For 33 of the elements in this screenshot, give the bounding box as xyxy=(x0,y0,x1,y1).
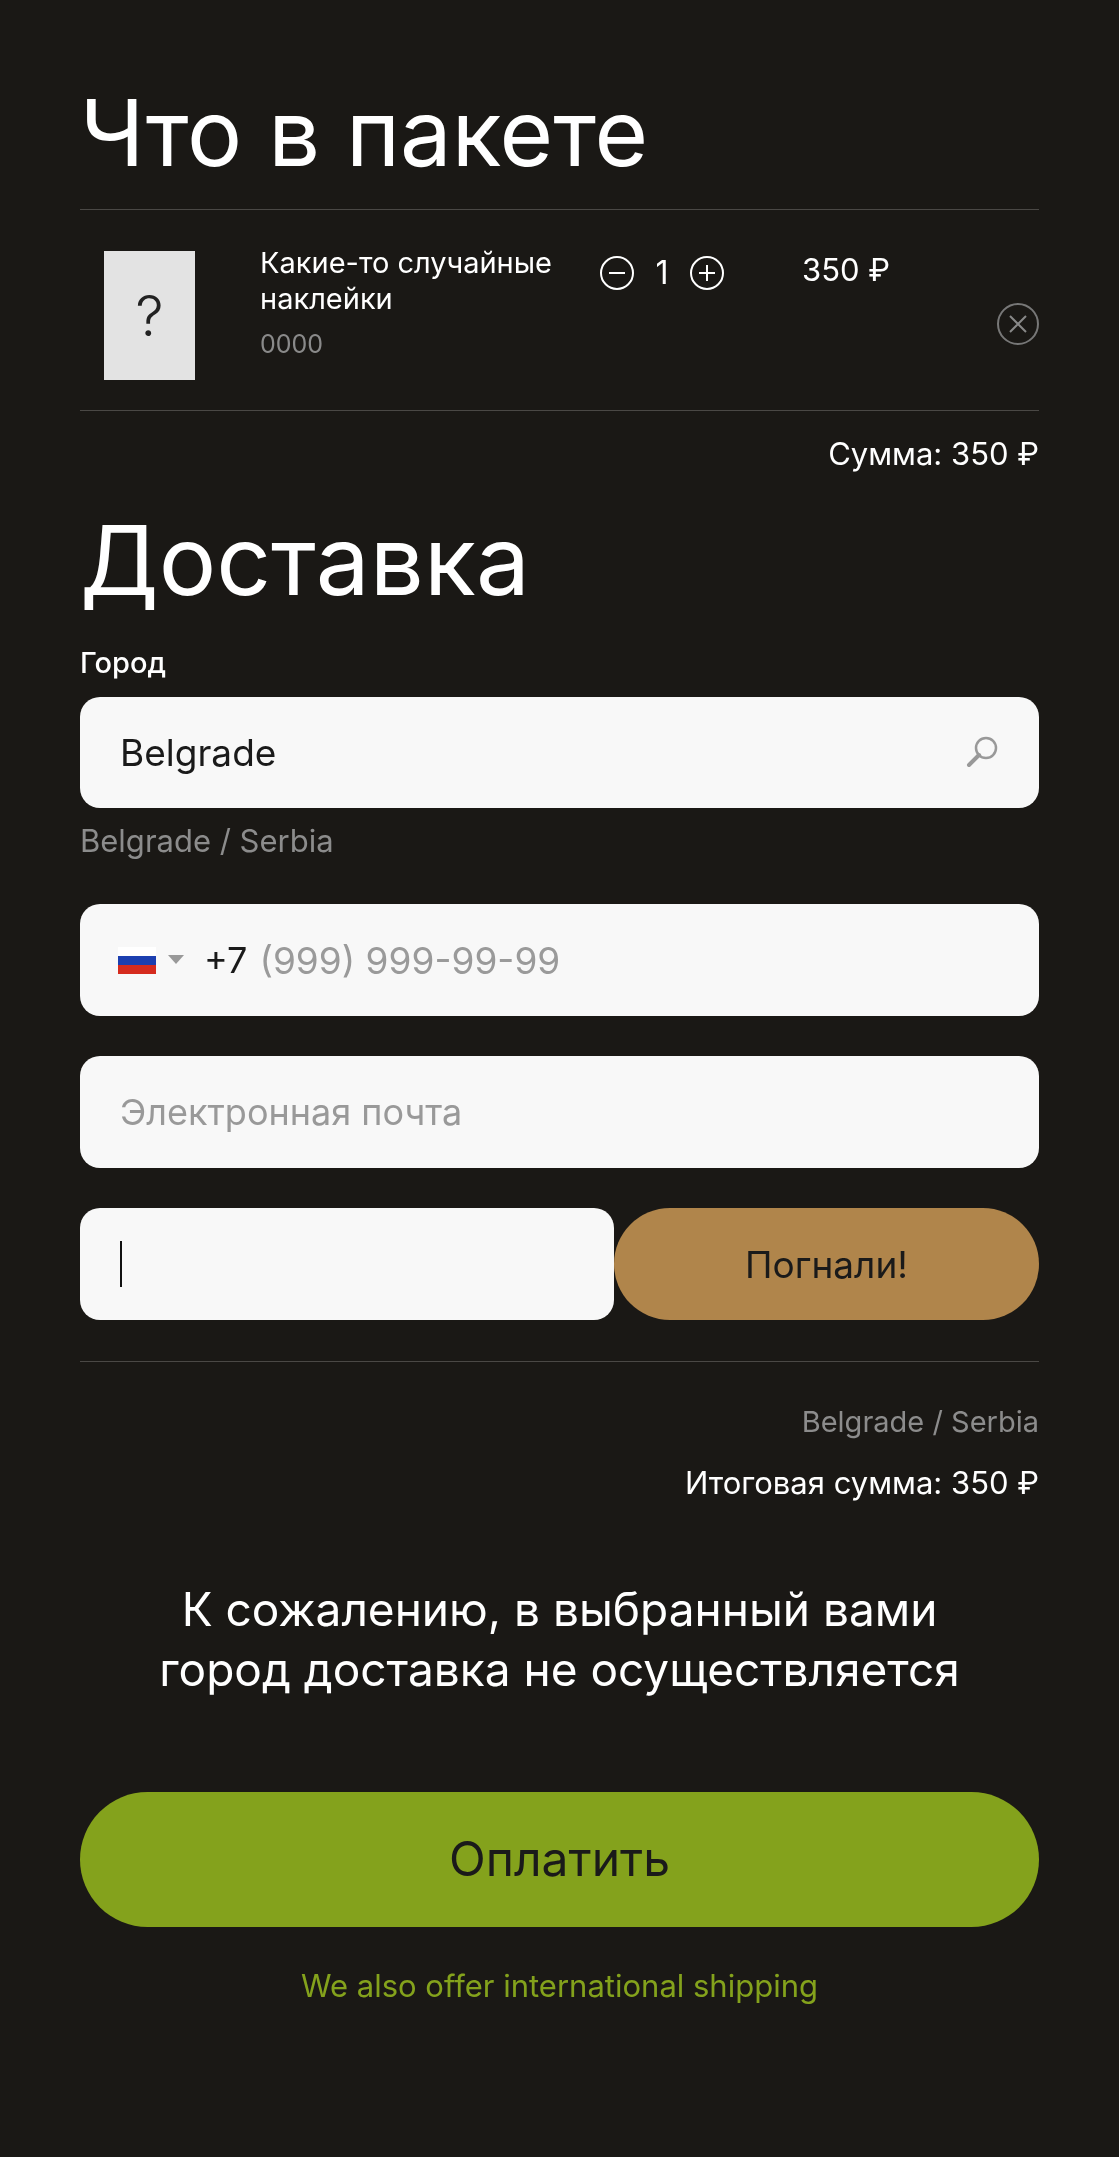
plus-icon xyxy=(699,265,715,282)
increase-button[interactable] xyxy=(690,256,724,291)
email-placeholder: Электронная почта xyxy=(120,1089,463,1137)
total-sum: Итоговая сумма: 350 ₽ xyxy=(684,1462,1039,1503)
go-button[interactable]: Погнали! xyxy=(614,1208,1039,1321)
phone-field[interactable]: +7 (999) 999-99-99 xyxy=(80,904,1039,1017)
code-field[interactable] xyxy=(80,1208,614,1321)
summary-location: Belgrade / Serbia xyxy=(801,1403,1039,1442)
caret-icon[interactable] xyxy=(168,955,184,966)
flag-icon[interactable] xyxy=(118,946,156,974)
phone-placeholder: (999) 999-99-99 xyxy=(259,936,561,985)
city-hint: Belgrade / Serbia xyxy=(80,820,335,861)
text-cursor xyxy=(120,1241,122,1288)
city-value: Belgrade xyxy=(120,728,278,777)
product-name: Какие-то случайные наклейки xyxy=(260,245,554,318)
search-icon xyxy=(965,735,999,770)
minus-icon xyxy=(609,272,625,275)
quantity-value: 1 xyxy=(654,252,670,295)
delivery-unavailable-message: К сожалению, в выбранный вами город доставка не осуществляется xyxy=(158,1580,961,1700)
pay-button[interactable]: Оплатить xyxy=(80,1791,1039,1927)
decrease-button[interactable] xyxy=(600,256,634,291)
international-shipping-link[interactable]: We also offer international shipping xyxy=(301,1962,818,2010)
city-label: Город xyxy=(80,644,168,683)
delivery-title: Доставка xyxy=(80,507,531,614)
product-price: 350 ₽ xyxy=(802,250,890,291)
close-icon xyxy=(1008,314,1028,335)
product-sku: 0000 xyxy=(260,327,325,361)
city-field[interactable]: Belgrade xyxy=(80,696,1039,808)
remove-button[interactable] xyxy=(997,303,1039,346)
cart-sum: Сумма: 350 ₽ xyxy=(828,434,1039,475)
question-mark-icon: ? xyxy=(135,287,164,344)
cart-title: Что в пакете xyxy=(80,82,650,184)
phone-prefix: +7 xyxy=(204,937,248,985)
